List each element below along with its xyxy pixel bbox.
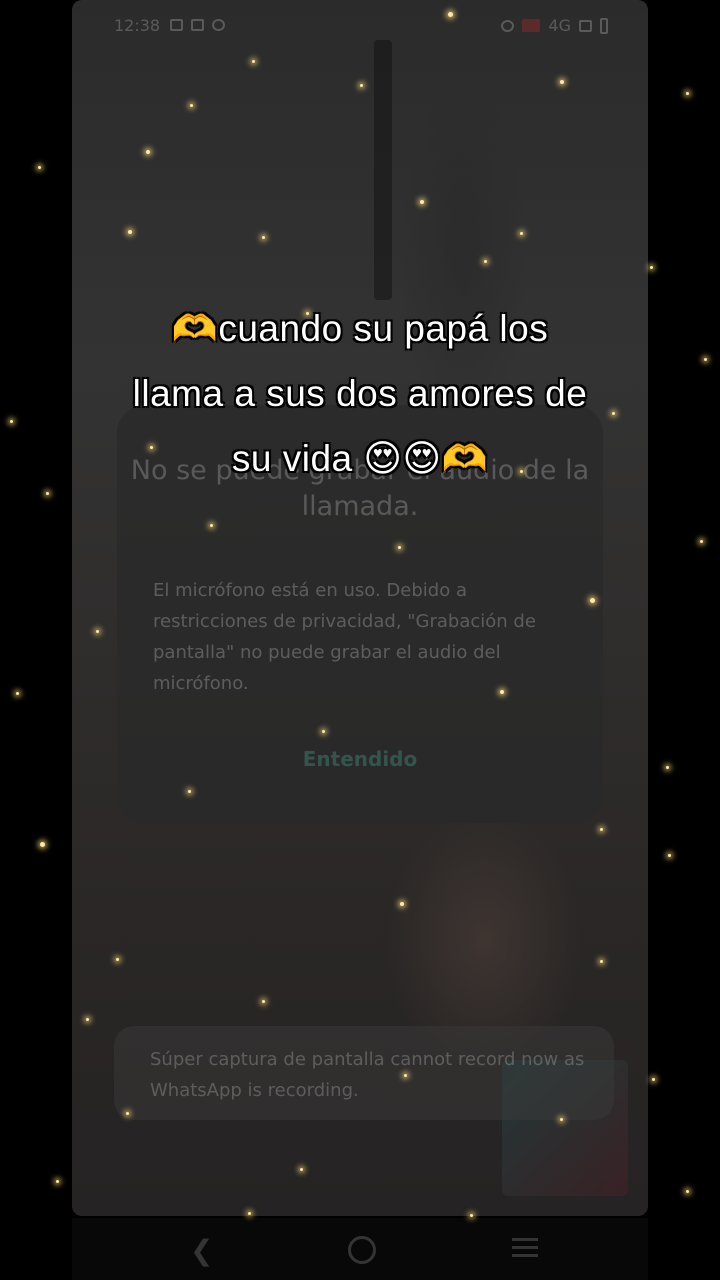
status-bar: 12:38 4G [72,0,648,54]
caption-line-1: 🫶cuando su papá los [171,308,549,349]
camera-icon [191,19,204,31]
record-toast: Súper captura de pantalla cannot record … [114,1026,614,1120]
alarm-icon [501,19,515,32]
sparkle [560,1118,563,1121]
status-time: 12:38 [114,16,161,35]
sparkle [470,1214,473,1217]
sparkle [56,1180,59,1183]
sparkle [128,230,132,234]
sparkle [686,92,689,95]
sparkle [16,692,19,695]
sparkle [40,842,45,847]
battery-icon [600,17,608,34]
sparkle [560,80,564,84]
sparkle [300,1168,303,1171]
status-left-icons [170,19,225,31]
sparkle [652,1078,655,1081]
sparkle [190,104,193,107]
sparkle [500,690,504,694]
sparkle [400,902,404,906]
sparkle [668,854,671,857]
sparkle [116,958,119,961]
signal-icon [579,19,592,32]
sparkle [404,1074,407,1077]
network-label: 4G [548,16,571,35]
sparkle [252,60,255,63]
sparkle [650,266,653,269]
sparkle [600,828,603,831]
home-icon[interactable] [348,1236,376,1264]
sparkle [262,1000,265,1003]
sparkle [210,524,213,527]
sparkle [188,790,191,793]
sparkle [248,1212,251,1215]
understood-button[interactable]: Entendido [117,747,603,771]
toast-text: Súper captura de pantalla cannot record … [150,1049,585,1101]
sparkle [38,166,41,169]
sparkle [398,546,401,549]
sparkle [666,766,669,769]
back-icon[interactable]: ❮ [190,1234,213,1267]
sparkle [360,84,363,87]
sparkle [146,150,150,154]
sparkle [262,236,265,239]
sparkle [10,420,13,423]
screen-recording: 12:38 4G No se puede grabar el audio de … [72,0,648,1216]
video-caption: 🫶cuando su papá los llama a sus dos amor… [60,296,660,491]
sparkle [700,540,703,543]
caption-line-2: llama a sus dos amores de [132,373,588,414]
caption-line-3: su vida 😍😍🫶 [231,438,489,479]
sparkle [126,1112,129,1115]
sparkle [704,358,707,361]
screen-record-icon [522,19,541,32]
sparkle [86,1018,89,1021]
sparkle [686,1190,689,1193]
sparkle [420,200,424,204]
sparkle [600,960,603,963]
sparkle [590,598,595,603]
sparkle [484,260,487,263]
dialog-body: El micrófono está en uso. Debido a restr… [153,580,536,694]
video-icon [170,19,183,31]
navigation-bar: ❮ [72,1218,648,1280]
sparkle [322,730,325,733]
sparkle [520,232,523,235]
background-pole [374,40,392,300]
whatsapp-icon [212,19,225,31]
sparkle [46,492,49,495]
sparkle [448,12,453,17]
sparkle [96,630,99,633]
menu-icon[interactable] [512,1238,538,1257]
status-right-icons: 4G [501,16,608,35]
